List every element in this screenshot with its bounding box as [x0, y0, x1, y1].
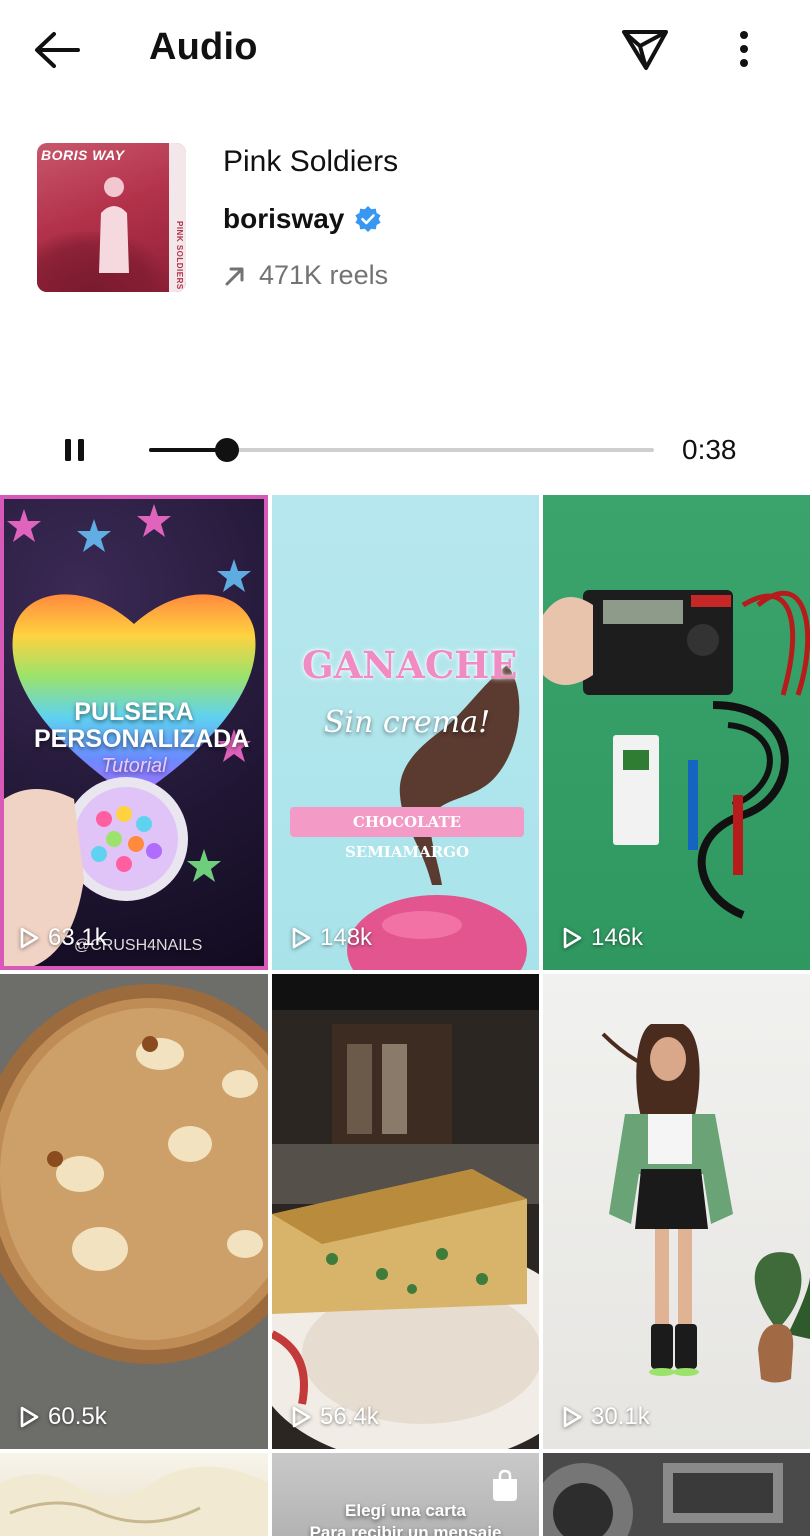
reel-view-count: 60.5k [18, 1403, 107, 1431]
reel-thumbnail-image [543, 590, 810, 919]
reel-views: 148k [320, 924, 373, 951]
reel-tile[interactable]: PULSERA PERSONALIZADA Tutorial @CRUSH4NA… [0, 495, 268, 970]
back-button[interactable] [28, 24, 88, 76]
more-options-button[interactable] [726, 26, 762, 72]
reel-view-count: 148k [290, 924, 372, 952]
reel-thumbnail-image [543, 1453, 810, 1536]
send-icon [622, 30, 668, 70]
pause-icon [65, 439, 84, 461]
reel-tile[interactable] [543, 1453, 810, 1536]
reel-tile[interactable]: 56.4k [272, 974, 539, 1449]
reel-thumbnail-image [601, 1024, 810, 1383]
artist-row[interactable]: borisway [223, 203, 382, 235]
reel-tile[interactable]: GANACHE Sin crema! CHOCOLATE SEMIAMARGO … [272, 495, 539, 970]
reel-views: 56.4k [320, 1403, 379, 1430]
audio-progress-slider[interactable] [149, 438, 654, 462]
page-title: Audio [149, 26, 258, 68]
play-icon [20, 927, 39, 949]
reel-tile[interactable]: Elegí una carta Para recibir un mensaje [272, 1453, 539, 1536]
reel-thumbnail-image [0, 1466, 268, 1536]
play-icon [292, 1406, 311, 1428]
reel-view-count: 146k [561, 924, 643, 952]
cover-brand-text: BORIS WAY [41, 147, 125, 163]
reel-views: 60.5k [48, 1403, 107, 1430]
reel-tile[interactable]: 30.1k [543, 974, 810, 1449]
shopping-bag-icon [493, 1469, 517, 1501]
reel-tile[interactable]: 60.5k [0, 974, 268, 1449]
play-icon [563, 1406, 582, 1428]
reel-view-count: 30.1k [561, 1403, 650, 1431]
reel-view-count: 63.1k [18, 924, 107, 952]
verified-badge-icon [355, 206, 381, 232]
reel-overlay-subtitle: Tutorial [101, 755, 167, 777]
reel-views: 63.1k [48, 924, 107, 951]
album-cover[interactable]: BORIS WAY PINK SOLDIERS [37, 143, 186, 292]
playback-time: 0:38 [682, 434, 737, 465]
reel-badge: CHOCOLATE SEMIAMARGO [290, 807, 524, 861]
back-arrow-icon [35, 32, 80, 68]
reel-thumbnail-image [0, 984, 268, 1364]
reel-overlay-subtitle: Sin crema! [323, 705, 491, 740]
reels-count-row: 471K reels [223, 260, 388, 291]
reel-tile[interactable] [0, 1453, 268, 1536]
play-icon [20, 1406, 39, 1428]
play-icon [292, 927, 311, 949]
reel-overlay-title: Elegí una carta [345, 1501, 466, 1520]
reel-overlay-title: GANACHE [302, 643, 518, 687]
reel-overlay-title: PULSERA PERSONALIZADA [34, 698, 250, 753]
reel-tile[interactable]: 146k [543, 495, 810, 970]
progress-handle[interactable] [215, 438, 240, 462]
pause-button[interactable] [58, 430, 92, 470]
artist-name[interactable]: borisway [223, 203, 344, 235]
share-button[interactable] [616, 22, 674, 76]
app-header: Audio [0, 0, 810, 100]
reel-views: 30.1k [591, 1403, 650, 1430]
reel-overlay-subtitle: Para recibir un mensaje [309, 1523, 502, 1536]
reels-count: 471K reels [259, 260, 389, 290]
reel-views: 146k [591, 924, 644, 951]
reel-thumbnail-image [272, 974, 539, 1449]
cover-figure-image [99, 177, 129, 273]
track-title: Pink Soldiers [223, 145, 399, 178]
reel-view-count: 56.4k [290, 1403, 379, 1431]
cover-side-strip: PINK SOLDIERS [169, 143, 186, 292]
trending-arrow-icon [225, 267, 244, 285]
more-vertical-icon [740, 31, 748, 67]
play-icon [563, 927, 582, 949]
cover-side-text: PINK SOLDIERS [175, 221, 184, 290]
